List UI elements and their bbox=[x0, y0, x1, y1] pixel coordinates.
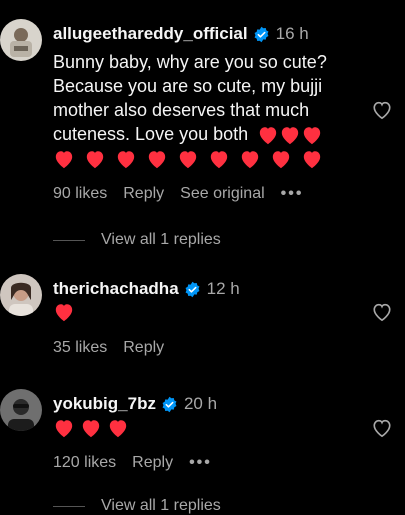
avatar[interactable] bbox=[0, 389, 42, 431]
red-heart-emoji bbox=[259, 127, 277, 145]
red-heart-emoji bbox=[210, 151, 228, 169]
verified-badge-icon bbox=[254, 26, 269, 42]
username[interactable]: allugeethareddy_official bbox=[53, 24, 248, 44]
comment-actions: 35 likes Reply bbox=[53, 339, 180, 357]
more-options-icon[interactable]: ••• bbox=[281, 185, 304, 203]
heart-outline-icon[interactable] bbox=[371, 418, 393, 438]
verified-badge-icon bbox=[162, 396, 177, 412]
heart-outline-icon[interactable] bbox=[371, 302, 393, 322]
red-heart-emoji bbox=[117, 151, 135, 169]
red-heart-emoji bbox=[148, 151, 166, 169]
avatar-image bbox=[0, 274, 42, 316]
avatar[interactable] bbox=[0, 19, 42, 61]
red-heart-emoji bbox=[303, 127, 321, 145]
more-options-icon[interactable]: ••• bbox=[189, 454, 212, 472]
heart-outline-icon[interactable] bbox=[371, 100, 393, 120]
comment-actions: 90 likes Reply See original ••• bbox=[53, 185, 319, 203]
red-heart-emoji bbox=[55, 304, 73, 322]
comment-header: yokubig_7bz 20 h bbox=[53, 394, 217, 414]
comment-header: allugeethareddy_official 16 h bbox=[53, 24, 309, 44]
timestamp: 20 h bbox=[183, 394, 218, 413]
red-heart-emoji bbox=[272, 151, 290, 169]
avatar[interactable] bbox=[0, 274, 42, 316]
red-heart-emoji bbox=[82, 420, 100, 438]
view-replies-label[interactable]: View all 1 replies bbox=[101, 231, 221, 249]
red-heart-emoji bbox=[281, 127, 299, 145]
username[interactable]: yokubig_7bz bbox=[53, 394, 156, 414]
reply-button[interactable]: Reply bbox=[123, 185, 164, 203]
heart-emoji-group bbox=[257, 125, 323, 145]
view-replies[interactable]: View all 1 replies bbox=[53, 497, 221, 515]
red-heart-emoji bbox=[241, 151, 259, 169]
comment-header: therichachadha 12 h bbox=[53, 279, 240, 299]
avatar-image bbox=[0, 389, 42, 431]
red-heart-emoji bbox=[179, 151, 197, 169]
view-replies[interactable]: View all 1 replies bbox=[53, 231, 221, 249]
red-heart-emoji bbox=[303, 151, 321, 169]
likes-count[interactable]: 35 likes bbox=[53, 339, 107, 357]
timestamp: 12 h bbox=[206, 279, 240, 298]
username[interactable]: therichachadha bbox=[53, 279, 179, 299]
red-heart-emoji bbox=[55, 420, 73, 438]
heart-emoji-row bbox=[53, 149, 332, 169]
red-heart-emoji bbox=[109, 420, 127, 438]
reply-button[interactable]: Reply bbox=[123, 339, 164, 357]
reply-button[interactable]: Reply bbox=[132, 454, 173, 472]
comment-actions: 120 likes Reply ••• bbox=[53, 454, 228, 472]
heart-emoji-row bbox=[53, 418, 134, 438]
divider-line bbox=[53, 239, 85, 241]
likes-count[interactable]: 120 likes bbox=[53, 454, 116, 472]
verified-badge-icon bbox=[185, 281, 200, 297]
view-replies-label[interactable]: View all 1 replies bbox=[101, 497, 221, 515]
comment-text: Bunny baby, why are you so cute? Because… bbox=[53, 50, 353, 146]
red-heart-emoji bbox=[55, 151, 73, 169]
heart-emoji-row bbox=[53, 302, 81, 322]
timestamp: 16 h bbox=[275, 24, 309, 43]
likes-count[interactable]: 90 likes bbox=[53, 185, 107, 203]
divider-line bbox=[53, 505, 85, 507]
avatar-image bbox=[0, 19, 42, 61]
red-heart-emoji bbox=[86, 151, 104, 169]
see-original-button[interactable]: See original bbox=[180, 185, 265, 203]
